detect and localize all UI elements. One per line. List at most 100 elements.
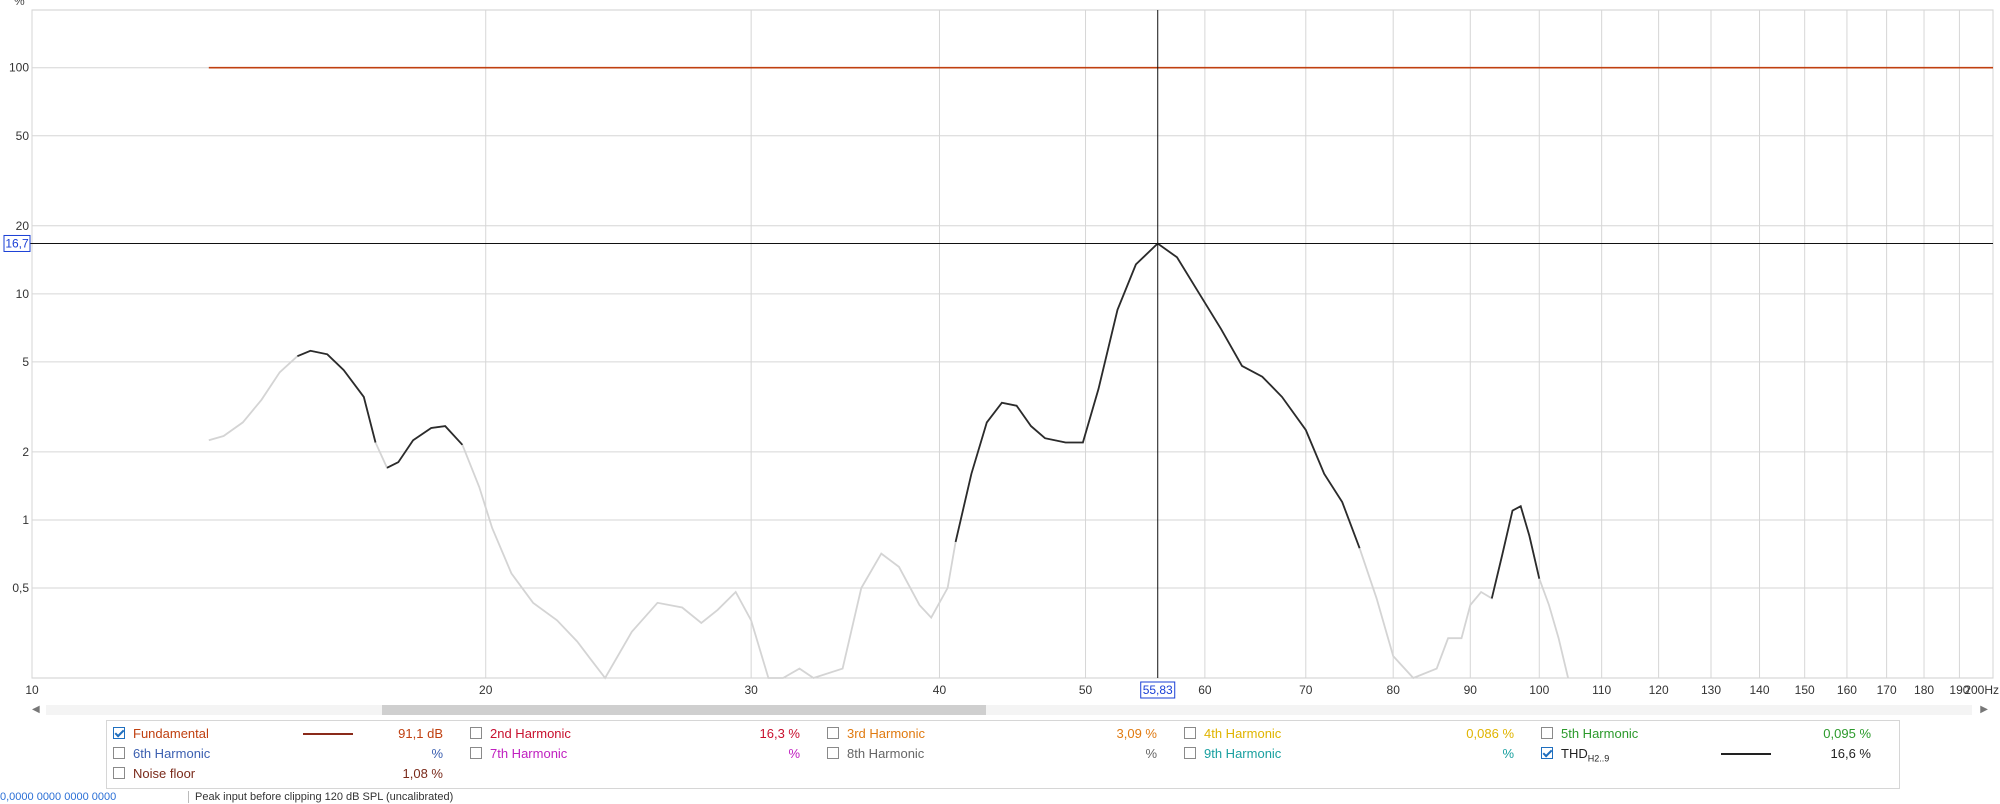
legend-panel: Fundamental 91,1 dB 2nd Harmonic 16,3 % 3rd …	[106, 720, 1900, 789]
x-tick-label: 80	[1387, 683, 1401, 697]
legend-value-h6: %	[431, 746, 443, 761]
legend-line-swatch-fundamental	[303, 733, 353, 735]
x-tick-label: 30	[744, 683, 758, 697]
legend-label-text: 8th Harmonic	[847, 746, 925, 761]
x-tick-label: 160	[1837, 683, 1857, 697]
legend-label-noise: Noise floor	[133, 764, 195, 784]
scroll-right-icon[interactable]: ▶	[1980, 703, 1988, 717]
x-tick-label: 40	[933, 683, 947, 697]
cursor-y-label-text: 16,7	[5, 236, 29, 250]
legend-value-h8: %	[1145, 746, 1157, 761]
legend-label-text: 4th Harmonic	[1204, 726, 1282, 741]
x-tick-label: 150	[1795, 683, 1815, 697]
horizontal-scrollbar[interactable]: ◀ ▶	[30, 703, 1988, 717]
legend-value-noise: 1,08 %	[402, 766, 443, 781]
legend-checkbox-fundamental[interactable]	[113, 727, 125, 739]
legend-checkbox-h4[interactable]	[1184, 727, 1196, 739]
y-tick-label: 2	[22, 445, 29, 459]
x-tick-label: 180	[1914, 683, 1934, 697]
legend-label-h2: 2nd Harmonic	[490, 724, 571, 744]
legend-checkbox-h8[interactable]	[827, 747, 839, 759]
legend-label-fundamental: Fundamental	[133, 724, 209, 744]
legend-item-fundamental[interactable]: Fundamental 91,1 dB	[113, 724, 453, 744]
legend-label-h7: 7th Harmonic	[490, 744, 567, 764]
y-tick-label: 20	[16, 219, 30, 233]
legend-label-text: 6th Harmonic	[133, 746, 211, 761]
legend-checkbox-h7[interactable]	[470, 747, 482, 759]
x-tick-label: 130	[1701, 683, 1721, 697]
legend-item-h5[interactable]: 5th Harmonic 0,095 %	[1541, 724, 1881, 744]
y-tick-label: 10	[16, 287, 30, 301]
x-tick-label: 10	[25, 683, 39, 697]
status-message: Peak input before clipping 120 dB SPL (u…	[188, 791, 453, 803]
scroll-thumb[interactable]	[382, 705, 986, 715]
legend-item-h6[interactable]: 6th Harmonic%	[113, 744, 453, 764]
x-tick-label: 200Hz	[1964, 683, 1999, 697]
legend-checkbox-h5[interactable]	[1541, 727, 1553, 739]
x-tick-label: 20	[479, 683, 493, 697]
legend-value-h7: %	[788, 746, 800, 761]
legend-label-text: THD	[1561, 746, 1588, 761]
legend-value-h9: %	[1502, 746, 1514, 761]
legend-label-text: 7th Harmonic	[490, 746, 568, 761]
y-tick-label: 5	[22, 355, 29, 369]
legend-checkbox-h2[interactable]	[470, 727, 482, 739]
cursor-x-label: 55,83	[1140, 681, 1176, 699]
legend-item-thd[interactable]: THDH2..9 16,6 %	[1541, 744, 1881, 764]
legend-item-h4[interactable]: 4th Harmonic 0,086 %	[1184, 724, 1524, 744]
y-unit-label: %	[14, 0, 25, 8]
legend-label-thd: THDH2..9	[1561, 744, 1609, 769]
status-bar: 0,0000 0000 0000 0000 Peak input before …	[0, 791, 2000, 804]
x-tick-label: 100	[1529, 683, 1549, 697]
legend-item-h7[interactable]: 7th Harmonic%	[470, 744, 810, 764]
x-tick-label: 140	[1750, 683, 1770, 697]
scroll-left-icon[interactable]: ◀	[32, 703, 40, 717]
legend-label-h9: 9th Harmonic	[1204, 744, 1281, 764]
status-coordinates: 0,0000 0000 0000 0000	[0, 791, 117, 803]
legend-line-swatch-thd	[1721, 753, 1771, 755]
legend-value-fundamental: 91,1 dB	[398, 726, 443, 741]
legend-item-noise[interactable]: Noise floor 1,08 %	[113, 764, 453, 784]
legend-item-h9[interactable]: 9th Harmonic%	[1184, 744, 1524, 764]
legend-label-h4: 4th Harmonic	[1204, 724, 1281, 744]
legend-label-subscript: H2..9	[1587, 753, 1610, 764]
legend-checkbox-h6[interactable]	[113, 747, 125, 759]
legend-label-text: 2nd Harmonic	[490, 726, 571, 741]
x-tick-label: 120	[1649, 683, 1669, 697]
y-tick-label: 50	[16, 129, 30, 143]
legend-value-h5: 0,095 %	[1823, 726, 1871, 741]
distortion-chart[interactable]: % 100 50 20 10 5 2 1 0,5 10 20 30 40 50 60 70 80 90 100 110…	[0, 0, 2000, 700]
legend-item-h3[interactable]: 3rd Harmonic 3,09 %	[827, 724, 1167, 744]
legend-label-text: Fundamental	[133, 726, 209, 741]
legend-label-h6: 6th Harmonic	[133, 744, 210, 764]
y-tick-label: 100	[9, 61, 29, 75]
legend-checkbox-h9[interactable]	[1184, 747, 1196, 759]
x-tick-label: 70	[1299, 683, 1313, 697]
legend-checkbox-thd[interactable]	[1541, 747, 1553, 759]
cursor-y-label: 16,7	[3, 234, 31, 252]
legend-item-h2[interactable]: 2nd Harmonic 16,3 %	[470, 724, 810, 744]
legend-value-h3: 3,09 %	[1116, 726, 1157, 741]
x-tick-label: 50	[1079, 683, 1093, 697]
legend-label-text: Noise floor	[133, 766, 196, 781]
x-tick-label: 90	[1464, 683, 1478, 697]
x-tick-label: 60	[1198, 683, 1212, 697]
legend-item-h8[interactable]: 8th Harmonic%	[827, 744, 1167, 764]
legend-label-h5: 5th Harmonic	[1561, 724, 1638, 744]
legend-label-text: 3rd Harmonic	[847, 726, 926, 741]
x-tick-label: 170	[1877, 683, 1897, 697]
legend-value-h4: 0,086 %	[1466, 726, 1514, 741]
plot-area	[31, 9, 1994, 679]
legend-label-h8: 8th Harmonic	[847, 744, 924, 764]
cursor-x-label-text: 55,83	[1143, 683, 1173, 697]
legend-label-text: 9th Harmonic	[1204, 746, 1282, 761]
legend-label-h3: 3rd Harmonic	[847, 724, 925, 744]
y-tick-label: 0,5	[12, 581, 29, 595]
x-tick-label: 110	[1592, 683, 1611, 697]
legend-value-thd: 16,6 %	[1830, 746, 1871, 761]
legend-value-h2: 16,3 %	[759, 726, 800, 741]
scroll-track[interactable]	[46, 705, 1972, 715]
y-tick-label: 1	[22, 513, 29, 527]
legend-checkbox-noise[interactable]	[113, 767, 125, 779]
legend-checkbox-h3[interactable]	[827, 727, 839, 739]
